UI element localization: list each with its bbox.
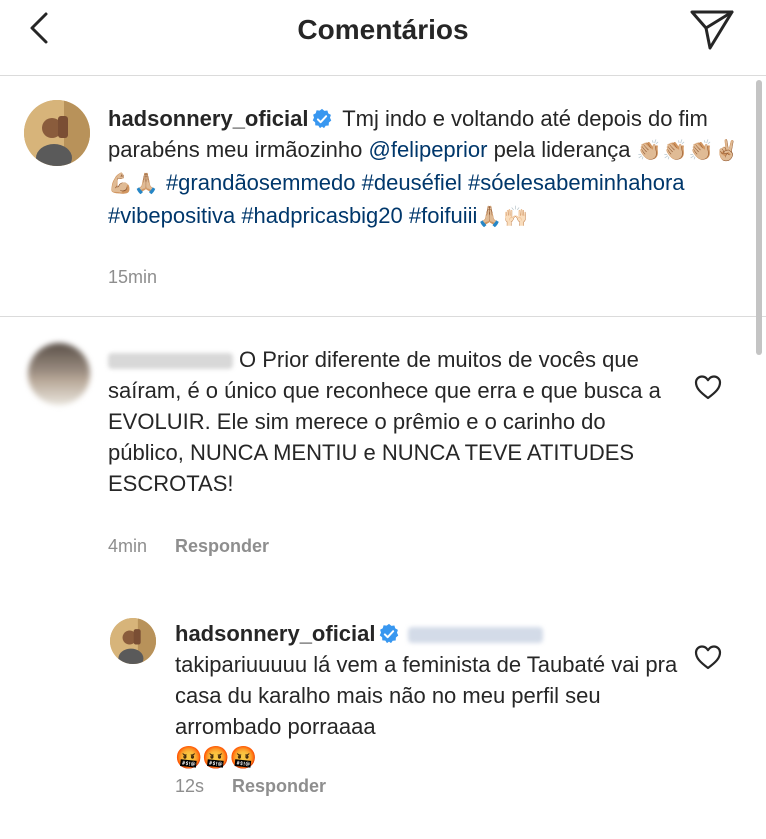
comment-timestamp: 4min	[108, 536, 148, 556]
reply-button[interactable]: Responder	[232, 776, 326, 796]
verified-badge-icon	[312, 108, 331, 129]
share-button[interactable]	[688, 4, 736, 52]
avatar[interactable]	[110, 618, 156, 664]
heart-icon	[694, 375, 722, 400]
comment-meta: 12s Responder	[175, 776, 326, 797]
heart-icon	[694, 645, 722, 670]
like-button[interactable]	[693, 643, 723, 671]
comment-username[interactable]: hadsonnery_oficial	[175, 621, 376, 646]
avatar-image	[24, 100, 90, 166]
comment-text: O Prior diferente de muitos de vocês que…	[108, 344, 683, 499]
reply-comment-item: hadsonnery_oficial takipariuuuuu lá vem …	[0, 600, 766, 820]
comment-meta: 4min Responder	[108, 536, 269, 557]
caption-timestamp: 15min	[108, 267, 158, 287]
post-caption: hadsonnery_oficial Tmj indo e voltando a…	[0, 77, 766, 317]
blurred-mention[interactable]	[407, 627, 543, 644]
verified-badge-icon	[379, 623, 398, 644]
avatar-image	[110, 618, 156, 664]
caption-text: hadsonnery_oficial Tmj indo e voltando a…	[108, 103, 748, 233]
blurred-username[interactable]	[108, 353, 233, 370]
page-title: Comentários	[297, 14, 469, 45]
header-bar: Comentários	[0, 0, 766, 76]
comment-text: hadsonnery_oficial takipariuuuuu lá vem …	[175, 618, 685, 773]
reply-button[interactable]: Responder	[175, 536, 269, 556]
scrollbar[interactable]	[756, 80, 762, 355]
like-button[interactable]	[693, 373, 723, 401]
paper-plane-icon	[690, 10, 734, 50]
avatar[interactable]	[24, 100, 90, 166]
comment-timestamp: 12s	[175, 776, 205, 796]
caption-username[interactable]: hadsonnery_oficial	[108, 106, 309, 131]
comment-item: O Prior diferente de muitos de vocês que…	[0, 318, 766, 578]
comment-emojis: 🤬🤬🤬	[175, 745, 258, 770]
hashtag-link[interactable]: #grandãosemmedo	[166, 170, 356, 195]
comment-body: takipariuuuuu lá vem a feminista de Taub…	[175, 652, 678, 739]
hashtag-link[interactable]: #hadpricasbig20 #foifuiii	[241, 203, 477, 228]
mention-link[interactable]: @felipeprior	[369, 137, 488, 162]
caption-emojis-2: 🙏🏼🙌🏻	[477, 206, 530, 228]
avatar[interactable]	[28, 343, 90, 405]
comment-body: O Prior diferente de muitos de vocês que…	[108, 347, 661, 496]
caption-body-2: pela liderança	[493, 137, 631, 162]
